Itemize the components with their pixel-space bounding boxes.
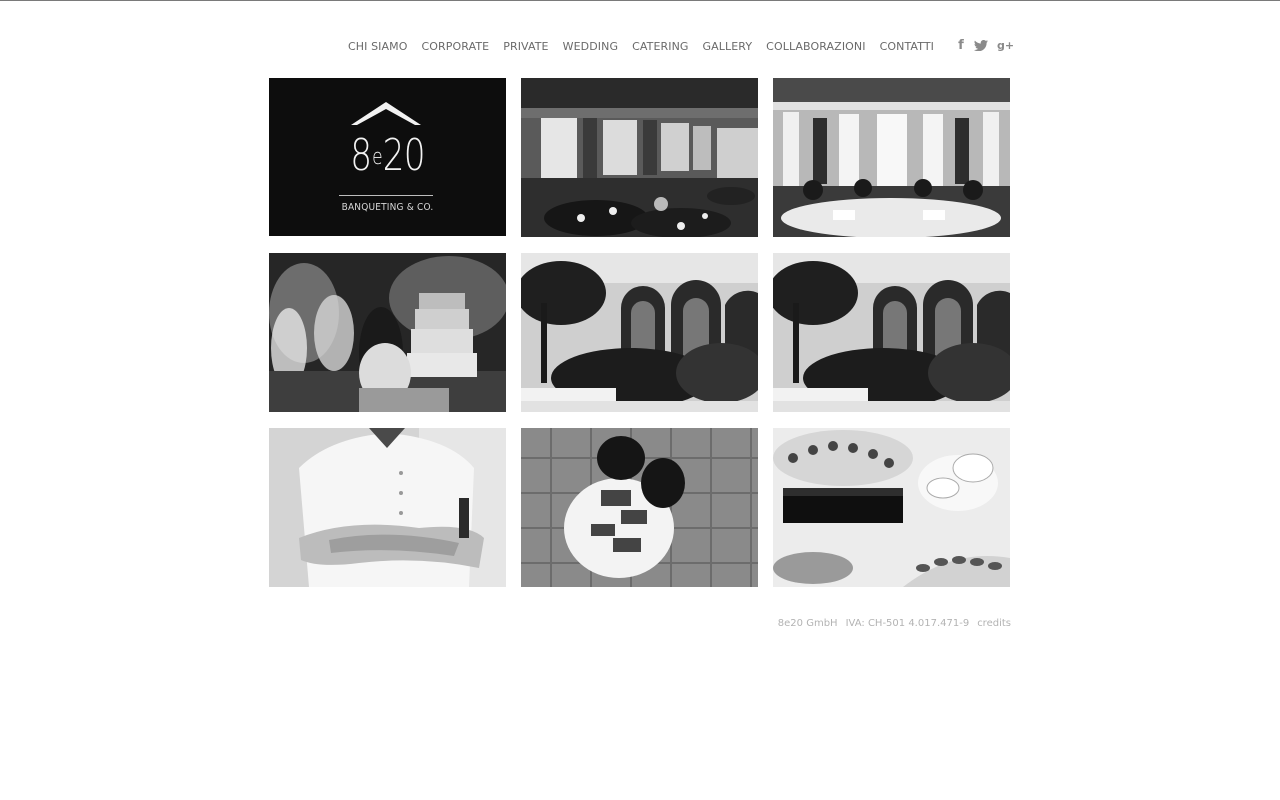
photo-banquet-hall[interactable] [521, 78, 758, 237]
photo-courtyard-1[interactable] [521, 253, 758, 412]
logo-mark-right: 20 [382, 130, 426, 181]
nav-item-collaborazioni[interactable]: COLLABORAZIONI [766, 40, 865, 53]
nav-item-wedding[interactable]: WEDDING [563, 40, 618, 53]
logo-mark-left: 8 [350, 130, 372, 181]
nav-item-catering[interactable]: CATERING [632, 40, 688, 53]
logo-mark-small: e [372, 145, 383, 170]
nav-item-corporate[interactable]: CORPORATE [422, 40, 490, 53]
social-links: f g+ [957, 38, 1014, 53]
photo-buffet[interactable] [773, 428, 1010, 587]
photo-courtyard-2[interactable] [773, 253, 1010, 412]
logo-divider [339, 195, 433, 196]
nav-item-gallery[interactable]: GALLERY [703, 40, 753, 53]
twitter-icon[interactable] [974, 40, 988, 51]
photo-chef[interactable] [269, 428, 506, 587]
logo-tile[interactable]: 8e20 BANQUETING & CO. [269, 78, 506, 236]
nav-item-private[interactable]: PRIVATE [503, 40, 548, 53]
photo-ballroom[interactable] [773, 78, 1010, 237]
footer: 8e20 GmbH IVA: CH-501 4.017.471-9 credit… [778, 618, 1011, 629]
photo-wedding-couple[interactable] [269, 253, 506, 412]
roof-icon [351, 102, 421, 125]
logo-mark: 8e20 [295, 134, 480, 178]
footer-credits-link[interactable]: credits [977, 618, 1011, 629]
gallery-grid: 8e20 BANQUETING & CO. [269, 78, 1010, 587]
google-plus-icon[interactable]: g+ [997, 39, 1014, 52]
footer-company: 8e20 GmbH [777, 618, 838, 629]
page: CHI SIAMO CORPORATE PRIVATE WEDDING CATE… [0, 0, 1280, 800]
facebook-icon[interactable]: f [957, 38, 965, 53]
nav-item-chi-siamo[interactable]: CHI SIAMO [348, 40, 408, 53]
logo-subtitle: BANQUETING & CO. [341, 202, 434, 213]
nav-item-contatti[interactable]: CONTATTI [880, 40, 934, 53]
top-divider [0, 0, 1280, 1]
main-nav: CHI SIAMO CORPORATE PRIVATE WEDDING CATE… [348, 40, 934, 53]
photo-waiters[interactable] [521, 428, 758, 587]
footer-vat: IVA: CH-501 4.017.471-9 [845, 618, 970, 629]
